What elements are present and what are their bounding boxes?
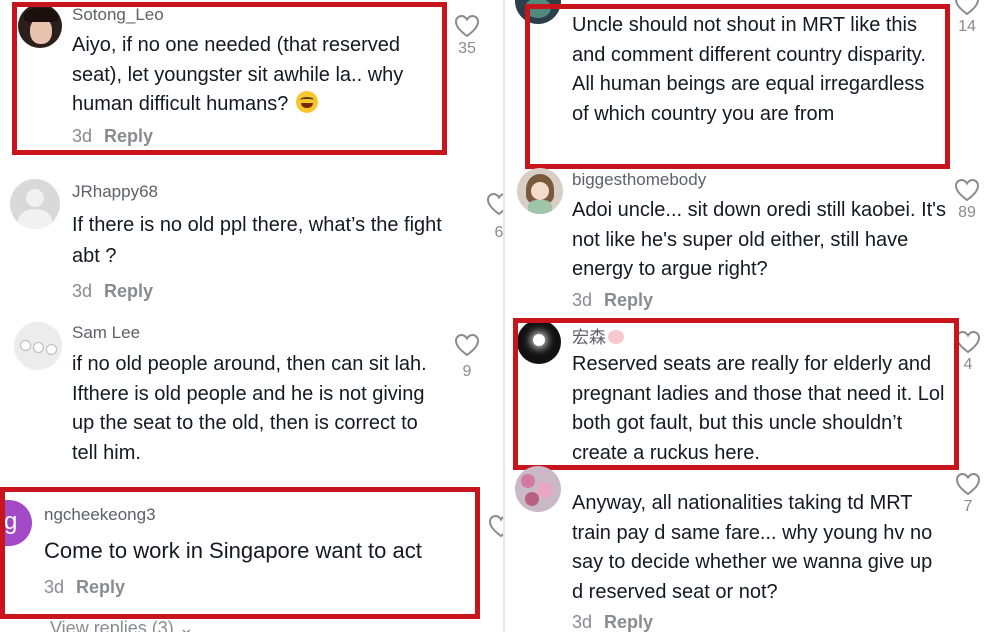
heart-icon <box>955 472 981 496</box>
reply-button[interactable]: Reply <box>604 612 653 632</box>
avatar[interactable] <box>10 179 60 229</box>
avatar[interactable] <box>517 168 563 214</box>
like-button[interactable]: 4 <box>953 330 983 374</box>
like-count: 7 <box>963 498 973 515</box>
comment-meta: 3d Reply <box>72 126 153 147</box>
like-button[interactable]: 9 <box>452 333 482 381</box>
right-comment-panel: Uncle should not shout in MRT like this … <box>505 0 1000 632</box>
comment-text: Aiyo, if no one needed (that reserved se… <box>72 31 432 120</box>
comment-age: 3d <box>572 290 593 310</box>
comment-text: Come to work in Singapore want to act <box>44 538 422 563</box>
like-count: 6 <box>494 224 504 241</box>
like-count: 9 <box>462 363 472 380</box>
avatar[interactable] <box>14 322 62 370</box>
comment-text: Reserved seats are really for elderly an… <box>572 353 945 464</box>
reply-button[interactable]: Reply <box>76 577 125 597</box>
reply-button[interactable]: Reply <box>104 126 153 146</box>
chevron-down-icon: ⌄ <box>178 618 194 632</box>
heart-icon <box>955 0 979 16</box>
reply-button[interactable]: Reply <box>604 290 653 310</box>
avatar[interactable] <box>18 4 62 48</box>
heart-icon <box>454 333 480 357</box>
comment-username[interactable]: biggesthomebody <box>572 170 706 190</box>
comment-body: Aiyo, if no one needed (that reserved se… <box>72 34 404 115</box>
comment-age: 3d <box>72 281 93 301</box>
left-comment-panel: Sotong_Leo Aiyo, if no one needed (that … <box>0 0 505 632</box>
comment-age: 3d <box>44 577 65 597</box>
pig-emoji-icon <box>608 330 624 344</box>
comment-meta: 3d Reply <box>72 281 153 302</box>
comment-age: 3d <box>572 612 593 632</box>
comment-text: Uncle should not shout in MRT like this … <box>572 14 926 125</box>
avatar-letter: g <box>4 508 18 535</box>
avatar[interactable] <box>515 466 561 512</box>
like-button[interactable]: 14 <box>952 0 982 36</box>
like-button[interactable]: 7 <box>953 472 983 516</box>
grinning-sweat-emoji-icon <box>296 91 318 113</box>
reply-button[interactable]: Reply <box>104 281 153 301</box>
comment-age: 3d <box>72 126 93 146</box>
like-count: 89 <box>958 204 976 221</box>
like-count: 14 <box>958 18 976 35</box>
comment-text: Anyway, all nationalities taking td MRT … <box>572 492 933 603</box>
avatar[interactable]: g <box>0 500 32 546</box>
comment-username[interactable]: Sam Lee <box>72 323 140 343</box>
comment-username[interactable]: 宏森 <box>572 323 624 348</box>
heart-icon <box>955 330 981 354</box>
like-count: 35 <box>458 40 476 57</box>
comment-meta: 3d Reply <box>572 290 653 311</box>
like-button[interactable]: 89 <box>952 178 982 222</box>
like-button[interactable]: 35 <box>452 14 482 58</box>
view-replies-label: View replies (3) <box>50 618 174 632</box>
comment-meta: 3d Reply <box>44 577 125 598</box>
comment-text: If there is no old ppl there, what’s the… <box>72 214 442 267</box>
view-replies-button[interactable]: View replies (3) ⌄ <box>50 618 194 632</box>
comment-username[interactable]: JRhappy68 <box>72 182 158 202</box>
comment-username-text: 宏森 <box>572 328 606 347</box>
comment-text: Adoi uncle... sit down oredi still kaobe… <box>572 199 947 280</box>
like-count: 4 <box>963 356 973 373</box>
heart-icon <box>454 14 480 38</box>
avatar[interactable] <box>515 0 561 24</box>
comment-username[interactable]: ngcheekeong3 <box>44 505 156 525</box>
avatar[interactable] <box>517 320 561 364</box>
comment-meta: 3d Reply <box>572 612 653 632</box>
like-button[interactable]: 6 <box>484 192 505 242</box>
comment-username[interactable]: Sotong_Leo <box>72 5 164 25</box>
heart-icon <box>954 178 980 202</box>
comment-text: if no old people around, then can sit la… <box>72 353 427 464</box>
